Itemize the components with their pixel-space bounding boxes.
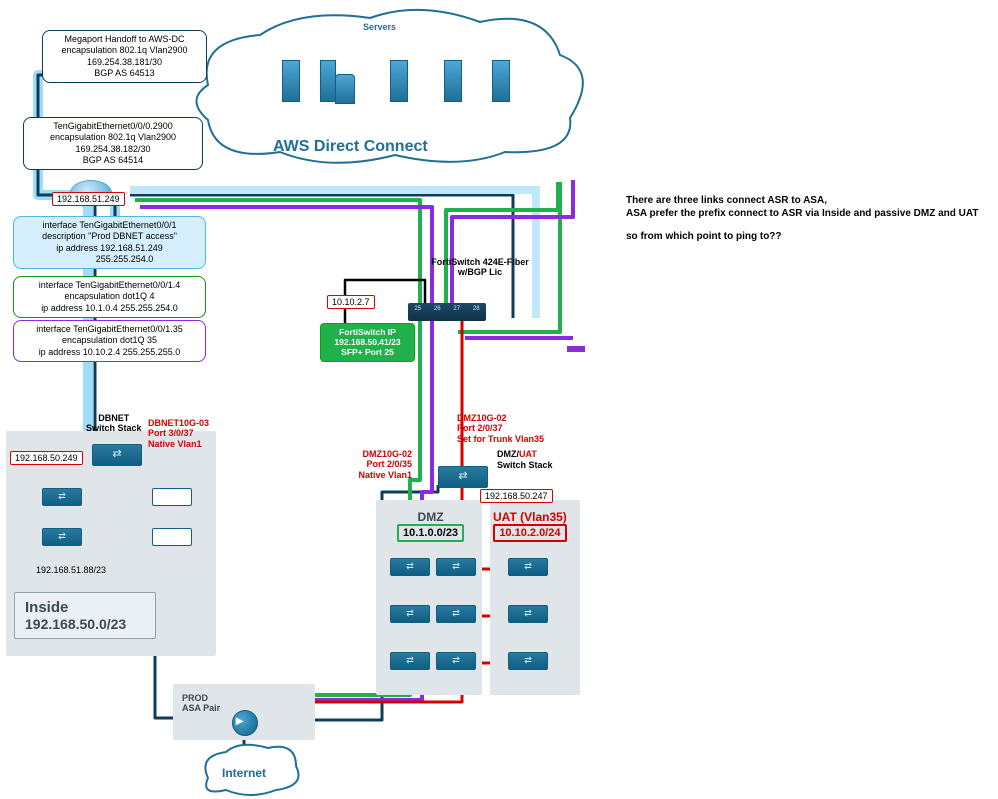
switch-icon — [508, 652, 548, 670]
text: BGP AS 64514 — [28, 155, 198, 166]
switch-icon — [508, 605, 548, 623]
text: ip address 10.1.0.4 255.255.254.0 — [18, 303, 201, 314]
internet-label: Internet — [222, 766, 266, 780]
switch-icon — [390, 605, 430, 623]
dbnet-host: 192.168.51.88/23 — [36, 565, 106, 575]
text: 192.168.50.41/23 — [325, 337, 410, 347]
switch-icon — [438, 466, 488, 488]
text: UAT — [519, 449, 537, 459]
text: description "Prod DBNET access" — [18, 231, 201, 242]
text: encapsulation 802.1q Vlan2900 — [47, 45, 202, 56]
dmzuat-sub: Switch Stack — [497, 460, 553, 470]
dmz-port35-label: DMZ10G-02 Port 2/0/35 Native Vlan1 — [348, 449, 412, 480]
text: Inside — [25, 599, 145, 616]
text: FortiSwitch IP — [325, 327, 410, 337]
iface-v35-box: interface TenGigabitEthernet0/0/1.35 enc… — [13, 320, 206, 362]
dmzuat-gw-badge: 192.168.50.247 — [480, 489, 553, 503]
dbnet-stack-title: DBNET Switch Stack — [86, 413, 142, 433]
aws-dc-title: AWS Direct Connect — [273, 138, 428, 156]
text: interface TenGigabitEthernet0/0/1.35 — [18, 324, 201, 335]
text: encapsulation dot1Q 4 — [18, 291, 201, 302]
patch-panel-icon — [152, 528, 192, 546]
servers-label: Servers — [363, 22, 396, 32]
text: TenGigabitEthernet0/0/0.2900 — [28, 121, 198, 132]
switch-icon — [42, 488, 82, 506]
text: ip address 10.10.2.4 255.255.255.0 — [18, 347, 201, 358]
server-icon — [390, 60, 408, 102]
text: DMZ — [397, 510, 464, 524]
text: SFP+ Port 25 — [325, 347, 410, 357]
server-cluster-icon — [320, 60, 355, 104]
switch-icon — [436, 558, 476, 576]
dbnet-gw-badge: 192.168.50.249 — [10, 451, 83, 465]
text: UAT (Vlan35) — [493, 510, 567, 524]
text: 169.254.38.182/30 — [28, 144, 198, 155]
patch-panel-icon — [152, 488, 192, 506]
port: 27 — [453, 306, 460, 312]
fortiswitch-detail: FortiSwitch IP 192.168.50.41/23 SFP+ Por… — [320, 323, 415, 362]
asa-label: PROD ASA Pair — [182, 693, 220, 714]
text: encapsulation dot1Q 35 — [18, 335, 201, 346]
text: 255.255.254.0 — [18, 254, 201, 265]
iface-main-box: interface TenGigabitEthernet0/0/1 descri… — [13, 216, 206, 269]
port: 25 — [414, 306, 421, 312]
asr-ip-badge: 192.168.51.249 — [52, 192, 125, 206]
text: 169.254.38.181/30 — [47, 57, 202, 68]
text: Megaport Handoff to AWS-DC — [47, 34, 202, 45]
text: ip address 192.168.51.249 — [18, 243, 201, 254]
switch-icon — [92, 444, 142, 466]
dbnet-port-label: DBNET10G-03 Port 3/0/37 Native Vlan1 — [148, 418, 209, 449]
dmz-port37-label: DMZ10G-02 Port 2/0/37 Set for Trunk Vlan… — [457, 413, 544, 444]
tge-sub-box: TenGigabitEthernet0/0/0.2900 encapsulati… — [23, 117, 203, 170]
annotation-note: There are three links connect ASR to ASA… — [626, 194, 986, 243]
switch-icon — [436, 605, 476, 623]
port: 28 — [473, 306, 480, 312]
dmz-zone-label: DMZ 10.1.0.0/23 — [397, 510, 464, 542]
text: 192.168.50.0/23 — [25, 616, 145, 632]
play-icon: ▸ — [236, 712, 243, 729]
switch-icon — [390, 652, 430, 670]
port: 26 — [434, 306, 441, 312]
uat-zone-label: UAT (Vlan35) 10.10.2.0/24 — [493, 510, 567, 542]
text: 10.10.2.0/24 — [493, 524, 567, 542]
switch-icon — [508, 558, 548, 576]
text: interface TenGigabitEthernet0/0/1 — [18, 220, 201, 231]
fortiswitch-mgmt-ip: 10.10.2.7 — [327, 295, 375, 309]
text: interface TenGigabitEthernet0/0/1.4 — [18, 280, 201, 291]
text: DMZ/ — [497, 449, 519, 459]
text: 10.1.0.0/23 — [397, 524, 464, 542]
server-icon — [444, 60, 462, 102]
text: BGP AS 64513 — [47, 68, 202, 79]
server-icon — [492, 60, 510, 102]
fortiswitch-icon: 25 26 27 28 — [408, 303, 486, 321]
switch-icon — [390, 558, 430, 576]
text: so from which point to ping to?? — [626, 230, 986, 243]
inside-zone-label: Inside 192.168.50.0/23 — [14, 592, 156, 639]
fortiswitch-title: FortiSwitch 424E-Fiber w/BGP Lic — [390, 257, 570, 278]
megaport-box: Megaport Handoff to AWS-DC encapsulation… — [42, 30, 207, 83]
text: encapsulation 802.1q Vlan2900 — [28, 132, 198, 143]
dmzuat-title: DMZ/UAT — [497, 449, 537, 459]
switch-icon — [42, 528, 82, 546]
text: ASA prefer the prefix connect to ASR via… — [626, 207, 986, 220]
switch-icon — [436, 652, 476, 670]
iface-v4-box: interface TenGigabitEthernet0/0/1.4 enca… — [13, 276, 206, 318]
server-icon — [282, 60, 300, 102]
text: There are three links connect ASR to ASA… — [626, 194, 986, 207]
